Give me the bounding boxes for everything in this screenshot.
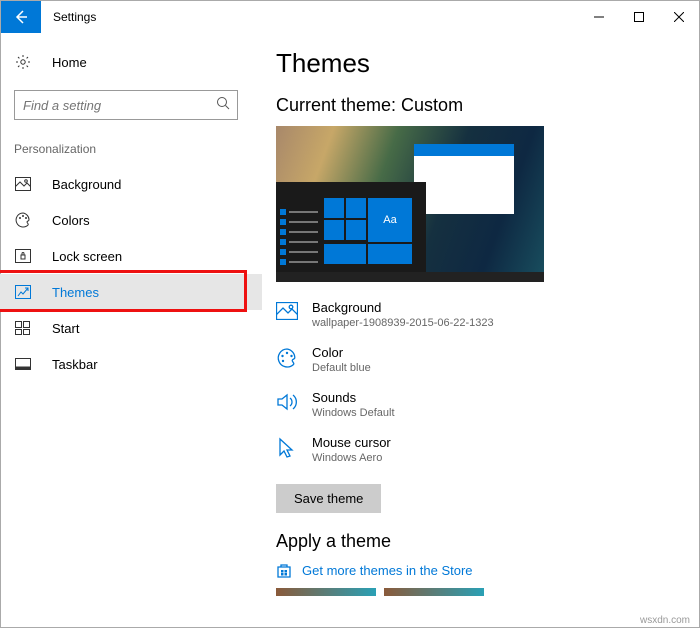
sidebar-section-label: Personalization bbox=[14, 142, 256, 156]
setting-value: Default blue bbox=[312, 362, 371, 374]
sidebar-item-label: Background bbox=[52, 177, 121, 192]
current-theme-label: Current theme: Custom bbox=[276, 95, 680, 116]
store-icon bbox=[276, 562, 292, 578]
theme-thumbnails bbox=[276, 588, 680, 596]
theme-thumbnail[interactable] bbox=[276, 588, 376, 596]
sidebar-item-colors[interactable]: Colors bbox=[14, 202, 256, 238]
sidebar-item-taskbar[interactable]: Taskbar bbox=[14, 346, 256, 382]
sidebar-item-label: Themes bbox=[52, 285, 99, 300]
titlebar: Settings bbox=[1, 1, 699, 33]
back-button[interactable] bbox=[1, 1, 41, 33]
home-label: Home bbox=[52, 55, 87, 70]
sidebar-item-label: Lock screen bbox=[52, 249, 122, 264]
store-link[interactable]: Get more themes in the Store bbox=[276, 562, 680, 578]
preview-sample-text: Aa bbox=[368, 198, 412, 242]
store-link-text: Get more themes in the Store bbox=[302, 563, 473, 578]
theme-thumbnail[interactable] bbox=[384, 588, 484, 596]
palette-icon bbox=[276, 345, 298, 369]
minimize-button[interactable] bbox=[579, 1, 619, 33]
sidebar-item-label: Start bbox=[52, 321, 79, 336]
picture-icon bbox=[14, 177, 32, 191]
themes-icon bbox=[14, 285, 32, 299]
sidebar-item-label: Colors bbox=[52, 213, 90, 228]
palette-icon bbox=[14, 212, 32, 228]
setting-title: Mouse cursor bbox=[312, 435, 391, 450]
sidebar-item-lockscreen[interactable]: Lock screen bbox=[14, 238, 256, 274]
setting-title: Background bbox=[312, 300, 494, 315]
theme-preview: Aa bbox=[276, 126, 544, 282]
setting-value: wallpaper-1908939-2015-06-22-1323 bbox=[312, 317, 494, 329]
sidebar-item-label: Taskbar bbox=[52, 357, 98, 372]
close-icon bbox=[674, 12, 684, 22]
sidebar-item-start[interactable]: Start bbox=[14, 310, 256, 346]
setting-background[interactable]: Background wallpaper-1908939-2015-06-22-… bbox=[276, 300, 680, 329]
watermark: wsxdn.com bbox=[640, 615, 690, 626]
content-pane: Themes Current theme: Custom Aa Backgrou… bbox=[256, 32, 700, 610]
setting-sounds[interactable]: Sounds Windows Default bbox=[276, 390, 680, 419]
sidebar-item-background[interactable]: Background bbox=[14, 166, 256, 202]
minimize-icon bbox=[594, 12, 604, 22]
window-title: Settings bbox=[41, 1, 108, 33]
arrow-left-icon bbox=[13, 9, 29, 25]
setting-cursor[interactable]: Mouse cursor Windows Aero bbox=[276, 435, 680, 464]
maximize-icon bbox=[634, 12, 644, 22]
highlight-box bbox=[0, 270, 247, 312]
taskbar-icon bbox=[14, 358, 32, 370]
close-button[interactable] bbox=[659, 1, 699, 33]
search-icon bbox=[216, 96, 230, 110]
setting-title: Color bbox=[312, 345, 371, 360]
setting-value: Windows Default bbox=[312, 407, 395, 419]
apply-theme-header: Apply a theme bbox=[276, 531, 680, 552]
lock-icon bbox=[14, 249, 32, 263]
home-button[interactable]: Home bbox=[14, 44, 256, 80]
page-title: Themes bbox=[276, 48, 680, 79]
gear-icon bbox=[14, 54, 32, 70]
setting-value: Windows Aero bbox=[312, 452, 391, 464]
sidebar: Home Personalization Background Colors L… bbox=[0, 32, 256, 610]
picture-icon bbox=[276, 300, 298, 320]
setting-color[interactable]: Color Default blue bbox=[276, 345, 680, 374]
cursor-icon bbox=[276, 435, 298, 459]
maximize-button[interactable] bbox=[619, 1, 659, 33]
sound-icon bbox=[276, 390, 298, 412]
search-input[interactable] bbox=[14, 90, 238, 120]
save-theme-button[interactable]: Save theme bbox=[276, 484, 381, 513]
search-field[interactable] bbox=[14, 90, 238, 120]
setting-title: Sounds bbox=[312, 390, 395, 405]
start-icon bbox=[14, 321, 32, 335]
sidebar-item-themes[interactable]: Themes bbox=[0, 274, 262, 310]
